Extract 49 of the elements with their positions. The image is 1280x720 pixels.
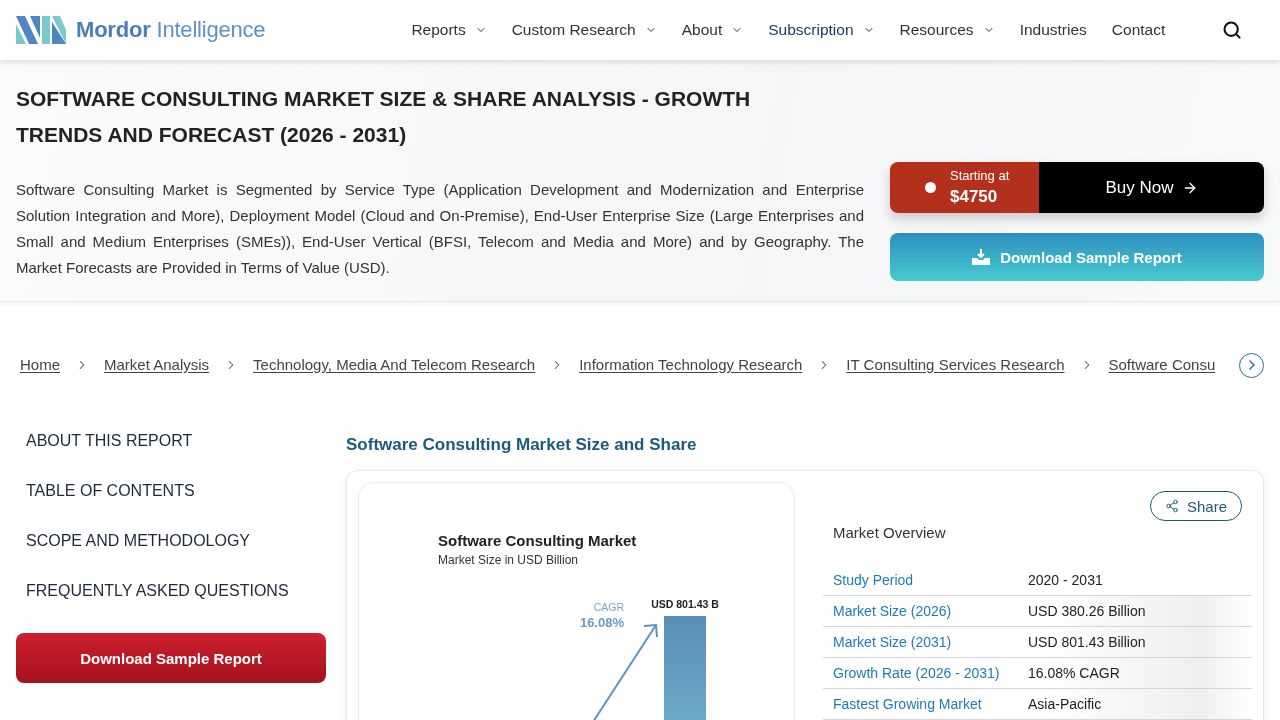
bar-value-label: USD 801.43 B [651, 598, 719, 610]
dot-icon [925, 182, 936, 193]
overview-value: USD 380.26 Billion [1028, 603, 1147, 619]
overview-label: Market Size (2026) [833, 603, 953, 619]
nav-menu-item[interactable]: Custom Research [511, 21, 657, 39]
overview-value: 16.08% CAGR [1028, 665, 1121, 681]
section-heading: Software Consulting Market Size and Share [346, 434, 698, 456]
report-description: Software Consulting Market is Segmented by Service Type (Application Development and Modernization and Enterprise Solution Integration and More), Deployment Model (Cloud and On-Premise), End-User Enterprise Size (Large Enterprises and Small and Medium Enterprises (SMEs)), End-User Vertical (BFSI, Telecom and Media and More) and by Geography. The Market Forecasts are Provided in Terms of Value (USD). [16, 180, 864, 278]
nav-menu-item[interactable]: Industries [1019, 21, 1087, 39]
download-sample-button[interactable]: Download Sample Report [16, 633, 326, 683]
sidebar-link[interactable]: TABLE OF CONTENTS [16, 466, 326, 516]
download-icon [972, 249, 991, 265]
breadcrumb-link[interactable]: Home [20, 353, 60, 377]
logo-icon [16, 16, 66, 44]
price-amount: $4750 [950, 186, 999, 208]
overview-label: Market Size (2031) [833, 634, 953, 650]
nav-menu-item[interactable]: About [681, 21, 744, 39]
nav-menu-item[interactable]: Contact [1111, 21, 1166, 39]
sidebar-link[interactable]: FREQUENTLY ASKED QUESTIONS [16, 566, 326, 616]
report-title: SOFTWARE CONSULTING MARKET SIZE & SHARE ANALYSIS - GROWTH TRENDS AND FORECAST (2026 - 2031) [16, 86, 752, 148]
share-button[interactable]: Share [1149, 491, 1242, 521]
sidebar-link[interactable]: SCOPE AND METHODOLOGY [16, 516, 326, 566]
breadcrumb-link[interactable]: Market Analysis [104, 353, 210, 377]
buy-now-button[interactable]: Buy Now [1039, 162, 1264, 213]
nav-menu-item[interactable]: Subscription [768, 21, 875, 39]
nav-menu-item[interactable]: Reports [411, 21, 487, 39]
chart-title: Software Consulting Market [438, 532, 637, 549]
breadcrumb-link[interactable]: IT Consulting Services Research [846, 353, 1065, 377]
overview-label: Study Period [833, 572, 915, 588]
breadcrumb-link[interactable]: Information Technology Research [579, 353, 803, 377]
chart-subtitle: Market Size in USD Billion [438, 553, 579, 567]
scroll-right-button[interactable] [1239, 352, 1264, 378]
cagr-label: CAGR [593, 601, 624, 613]
nav-menu-item[interactable]: Resources [899, 21, 995, 39]
price-caption: Starting at [950, 167, 1010, 184]
search-button[interactable] [1222, 20, 1242, 40]
cagr-value: 16.08% [579, 615, 624, 630]
breadcrumb-link[interactable]: Technology, Media And Telecom Research [253, 353, 536, 377]
overview-value: Asia-Pacific [1028, 696, 1103, 712]
overview-value: USD 801.43 Billion [1028, 634, 1147, 650]
breadcrumb-link[interactable]: Software Consu [1108, 353, 1216, 377]
logo-wordmark[interactable]: Mordor Intelligence [76, 17, 266, 43]
overview-label: Fastest Growing Market [833, 696, 983, 712]
overview-value: 2020 - 2031 [1028, 572, 1104, 588]
overview-label: Growth Rate (2026 - 2031) [833, 665, 1001, 681]
search-icon [1222, 20, 1242, 40]
sidebar-link[interactable]: ABOUT THIS REPORT [16, 416, 326, 466]
overview-title: Market Overview [832, 523, 947, 543]
share-icon [1164, 499, 1179, 513]
